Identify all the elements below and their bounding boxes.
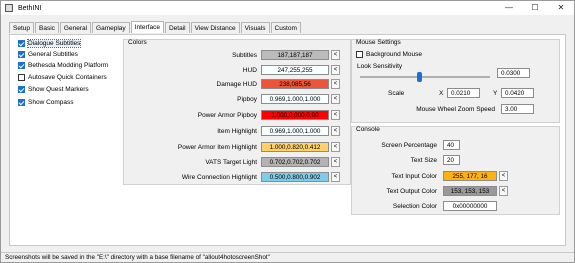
- option-background-mouse[interactable]: Background Mouse: [356, 50, 422, 59]
- color-label-power-armor-pipboy: Power Armor Pipboy: [197, 112, 257, 119]
- color-label-subtitles: Subtitles: [232, 52, 257, 59]
- color-picker-button[interactable]: <: [331, 172, 340, 182]
- color-picker-button[interactable]: <: [499, 186, 508, 196]
- tab-detail[interactable]: Detail: [164, 22, 190, 33]
- checkbox[interactable]: [356, 51, 363, 58]
- tab-basic[interactable]: Basic: [35, 22, 59, 33]
- option-show-quest-markers[interactable]: Show Quest Markers: [18, 85, 89, 94]
- option-bethesda-modding-platform[interactable]: Bethesda Modding Platform: [18, 61, 108, 70]
- color-label-item-highlight: Item Highlight: [217, 128, 257, 135]
- app-icon: [5, 4, 13, 12]
- color-label-power-armor-item-highlight: Power Armor Item Highlight: [177, 144, 257, 151]
- tab-bar: Setup Basic General Gameplay Interface D…: [9, 21, 302, 34]
- selection-color-label: Selection Color: [392, 203, 437, 210]
- option-general-subtitles[interactable]: General Subtitles: [18, 50, 78, 59]
- option-dialogue-subtitles[interactable]: Dialogue Subtitles: [18, 39, 82, 48]
- checkbox[interactable]: [18, 40, 25, 47]
- scale-y-label: Y: [493, 90, 498, 97]
- window-title: BethINI: [18, 4, 42, 12]
- tab-visuals[interactable]: Visuals: [240, 22, 270, 33]
- zoom-speed-input[interactable]: 3.00: [501, 104, 534, 114]
- scale-label: Scale: [388, 90, 405, 97]
- colors-group: Colors Subtitles 187,187,187 < HUD 247,2…: [123, 39, 351, 185]
- checkbox[interactable]: [18, 51, 25, 58]
- text-input-color-label: Text Input Color: [391, 173, 437, 180]
- text-size-label: Text Size: [410, 157, 437, 164]
- color-picker-button[interactable]: <: [331, 65, 340, 75]
- tab-view-distance[interactable]: View Distance: [190, 22, 240, 33]
- color-value-power-armor-pipboy[interactable]: 1.000,0.000,0.00: [261, 110, 329, 120]
- console-title: Console: [356, 126, 380, 133]
- color-value-item-highlight[interactable]: 0.969,1.000,1.000: [261, 126, 329, 136]
- color-picker-button[interactable]: <: [331, 126, 340, 136]
- interface-panel: Dialogue Subtitles General Subtitles Bet…: [9, 34, 566, 246]
- color-value-damage-hud[interactable]: 238,085,56: [261, 79, 329, 89]
- maximize-button[interactable]: ☐: [522, 1, 548, 15]
- text-input-color-value[interactable]: 255, 177, 16: [443, 171, 497, 181]
- minimize-button[interactable]: —: [496, 1, 522, 15]
- color-value-vats-target-light[interactable]: 0.702,0.702,0.702: [261, 157, 329, 167]
- tab-general[interactable]: General: [59, 22, 92, 33]
- look-sensitivity-label: Look Sensitivity: [357, 63, 403, 70]
- color-label-vats-target-light: VATS Target Light: [205, 159, 257, 166]
- close-button[interactable]: ✕: [548, 1, 574, 15]
- color-picker-button[interactable]: <: [331, 110, 340, 120]
- status-bar: Screenshots will be saved in the "E:\" d…: [1, 252, 574, 262]
- color-label-damage-hud: Damage HUD: [216, 81, 257, 88]
- color-value-pipboy[interactable]: 0.969,1.000,1.000: [261, 94, 329, 104]
- checkbox[interactable]: [18, 74, 25, 81]
- color-label-wire-connection-highlight: Wire Connection Highlight: [181, 174, 257, 181]
- scale-x-label: X: [439, 90, 444, 97]
- selection-color-input[interactable]: 0x00000000: [443, 201, 497, 211]
- screen-percentage-input[interactable]: 40: [443, 140, 460, 150]
- title-bar: BethINI — ☐ ✕: [1, 1, 574, 15]
- color-picker-button[interactable]: <: [331, 79, 340, 89]
- text-output-color-value[interactable]: 153, 153, 153: [443, 186, 497, 196]
- checkbox[interactable]: [18, 86, 25, 93]
- color-picker-button[interactable]: <: [331, 50, 340, 60]
- mouse-settings-title: Mouse Settings: [356, 39, 401, 46]
- color-picker-button[interactable]: <: [499, 171, 508, 181]
- screen-percentage-label: Screen Percentage: [381, 142, 437, 149]
- zoom-speed-label: Mouse Wheel Zoom Speed: [416, 106, 495, 113]
- color-value-wire-connection-highlight[interactable]: 0.500,0.800,0.902: [261, 172, 329, 182]
- tab-custom[interactable]: Custom: [270, 22, 301, 33]
- app-window: BethINI — ☐ ✕ Setup Basic General Gamepl…: [0, 0, 575, 263]
- text-output-color-label: Text Output Color: [386, 188, 437, 195]
- checkbox[interactable]: [18, 99, 25, 106]
- color-value-subtitles[interactable]: 187,187,187: [261, 50, 329, 60]
- color-value-power-armor-item-highlight[interactable]: 1.000,0.820,0.412: [261, 142, 329, 152]
- option-show-compass[interactable]: Show Compass: [18, 98, 74, 107]
- color-picker-button[interactable]: <: [331, 94, 340, 104]
- scale-y-input[interactable]: 0.0420: [501, 88, 534, 98]
- scale-x-input[interactable]: 0.0210: [447, 88, 480, 98]
- color-label-hud: HUD: [242, 67, 257, 74]
- checkbox[interactable]: [18, 62, 25, 69]
- colors-title: Colors: [128, 39, 147, 46]
- console-group: Console Screen Percentage 40 Text Size 2…: [351, 126, 560, 215]
- look-sensitivity-slider-thumb[interactable]: [416, 72, 422, 82]
- color-picker-button[interactable]: <: [331, 142, 340, 152]
- tab-gameplay[interactable]: Gameplay: [92, 22, 130, 33]
- look-sensitivity-input[interactable]: 0.0300: [497, 68, 530, 78]
- tab-setup[interactable]: Setup: [9, 22, 34, 33]
- color-value-hud[interactable]: 247,255,255: [261, 65, 329, 75]
- look-sensitivity-slider[interactable]: [360, 76, 490, 78]
- mouse-settings-group: Mouse Settings Background Mouse Look Sen…: [351, 39, 560, 123]
- option-autosave-quick-containers[interactable]: Autosave Quick Containers: [18, 73, 107, 82]
- text-size-input[interactable]: 20: [443, 155, 460, 165]
- color-picker-button[interactable]: <: [331, 157, 340, 167]
- tab-interface[interactable]: Interface: [130, 21, 164, 33]
- color-label-pipboy: Pipboy: [237, 96, 257, 103]
